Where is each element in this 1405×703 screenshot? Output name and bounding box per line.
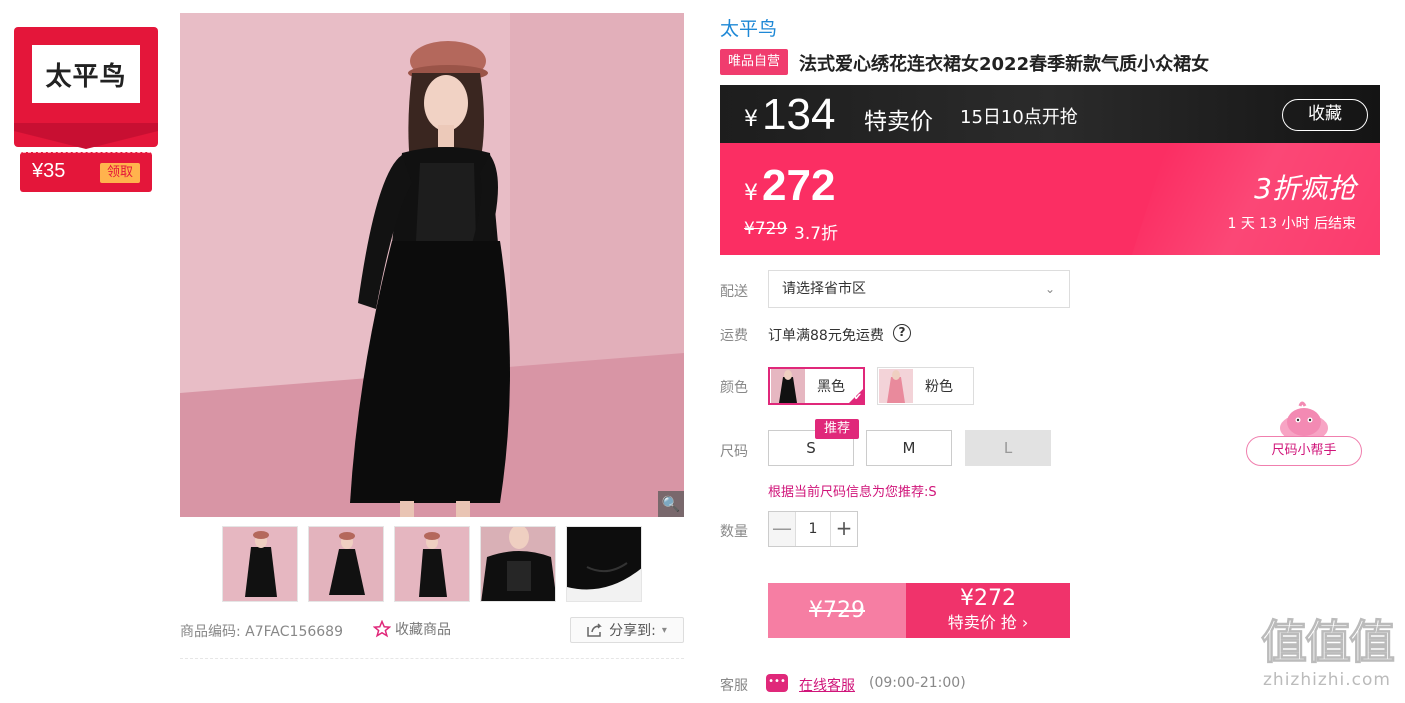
buy-action-label: 特卖价 抢 › xyxy=(947,613,1029,632)
quantity-plus-button[interactable]: + xyxy=(831,512,857,546)
zoom-icon[interactable]: 🔍 xyxy=(658,491,684,517)
brand-logo: 太平鸟 xyxy=(32,45,140,103)
countdown-timer: 1 天 13 小时 后结束 xyxy=(1227,216,1356,232)
quantity-value[interactable]: 1 xyxy=(795,512,831,546)
color-option-label: 黑色 xyxy=(817,379,845,395)
main-product-image[interactable]: 🔍 xyxy=(180,13,684,517)
buy-price: ¥272 xyxy=(960,586,1016,611)
check-icon: ✔ xyxy=(853,392,862,403)
watermark-domain: zhizhizhi.com xyxy=(1263,670,1391,690)
gallery-divider xyxy=(180,658,684,659)
thumbnail-strip xyxy=(222,526,642,602)
sku-info: 商品编码: A7FAC156689 xyxy=(180,621,343,641)
share-button[interactable]: 分享到: ▾ xyxy=(570,617,684,643)
watermark-logo: 值值值 xyxy=(1261,615,1396,670)
star-icon xyxy=(373,620,391,638)
color-option-label: 粉色 xyxy=(925,379,953,395)
thumbnail-5[interactable] xyxy=(566,526,642,602)
product-title: 法式爱心绣花连衣裙女2022春季新款气质小众裙女 xyxy=(799,54,1210,75)
color-option-pink[interactable]: 粉色 xyxy=(877,367,974,405)
flash-sale-bar: ¥ 134 特卖价 15日10点开抢 收藏 xyxy=(720,85,1380,143)
shipping-label: 运费 xyxy=(720,328,748,344)
region-select[interactable]: 请选择省市区 ⌄ xyxy=(768,270,1070,308)
share-label: 分享到: xyxy=(609,623,656,639)
brand-link[interactable]: 太平鸟 xyxy=(720,14,777,41)
size-option-m[interactable]: M xyxy=(866,430,952,466)
pink-swatch xyxy=(879,369,913,403)
size-option-l: L xyxy=(965,430,1051,466)
price-block: ¥ 272 ¥729 3.7折 3折疯抢 1 天 13 小时 后结束 xyxy=(720,143,1380,255)
share-icon xyxy=(587,623,602,637)
delivery-label: 配送 xyxy=(720,284,748,300)
brand-badge-notch xyxy=(14,123,158,149)
sale-yen-symbol: ¥ xyxy=(744,181,758,206)
collect-button[interactable]: 收藏 xyxy=(1282,99,1368,131)
flash-sale-price: 134 xyxy=(762,90,836,139)
size-label: 尺码 xyxy=(720,444,748,460)
buy-now-button[interactable]: ¥272 特卖价 抢 › xyxy=(906,583,1070,638)
flash-sale-label: 特卖价 xyxy=(864,109,933,135)
favorite-goods-label: 收藏商品 xyxy=(395,622,451,638)
original-price: ¥729 xyxy=(744,219,788,239)
coupon-amount: ¥35 xyxy=(32,160,66,182)
quantity-stepper: — 1 + xyxy=(768,511,858,547)
color-option-black[interactable]: 黑色 ✔ xyxy=(768,367,865,405)
watermark: 值值值 zhizhizhi.com xyxy=(1252,614,1402,691)
flash-sale-start-time: 15日10点开抢 xyxy=(960,107,1078,128)
buy-original-price[interactable]: ¥729 xyxy=(768,583,906,638)
chevron-down-icon: ⌄ xyxy=(1044,282,1055,296)
service-hours: (09:00-21:00) xyxy=(869,675,966,691)
thumbnail-2[interactable] xyxy=(308,526,384,602)
service-label: 客服 xyxy=(720,678,748,694)
sale-price: 272 xyxy=(762,161,836,210)
sku-label: 商品编码: xyxy=(180,624,241,640)
flash-yen-symbol: ¥ xyxy=(744,107,758,132)
sku-code: A7FAC156689 xyxy=(245,624,343,640)
chevron-down-icon: ▾ xyxy=(661,624,667,636)
recommend-tag: 推荐 xyxy=(815,419,859,439)
thumbnail-4[interactable] xyxy=(480,526,556,602)
shipping-text: 订单满88元免运费 xyxy=(768,328,884,344)
coupon-claim-button[interactable]: 领取 xyxy=(100,163,140,183)
discount-label: 3.7折 xyxy=(794,224,839,244)
online-service-link[interactable]: 在线客服 xyxy=(799,675,855,695)
product-meta-row: 商品编码: A7FAC156689 收藏商品 分享到: ▾ xyxy=(180,617,684,643)
size-helper-button[interactable]: 尺码小帮手 xyxy=(1246,436,1362,466)
size-recommend-text: 根据当前尺码信息为您推荐:S xyxy=(768,485,937,500)
thumbnail-1[interactable] xyxy=(222,526,298,602)
favorite-goods-button[interactable]: 收藏商品 xyxy=(373,619,451,639)
quantity-label: 数量 xyxy=(720,524,748,540)
black-swatch xyxy=(771,369,805,403)
thumbnail-3[interactable] xyxy=(394,526,470,602)
color-label: 颜色 xyxy=(720,380,748,396)
self-operated-badge: 唯品自营 xyxy=(720,49,788,75)
quantity-minus-button[interactable]: — xyxy=(769,512,795,546)
region-placeholder: 请选择省市区 xyxy=(782,281,866,297)
model-photo xyxy=(180,13,684,517)
promo-title: 3折疯抢 xyxy=(1254,172,1356,205)
chat-icon: ••• xyxy=(766,674,788,692)
help-icon[interactable]: ? xyxy=(893,324,911,342)
coupon[interactable]: ¥35 领取 xyxy=(20,152,152,192)
